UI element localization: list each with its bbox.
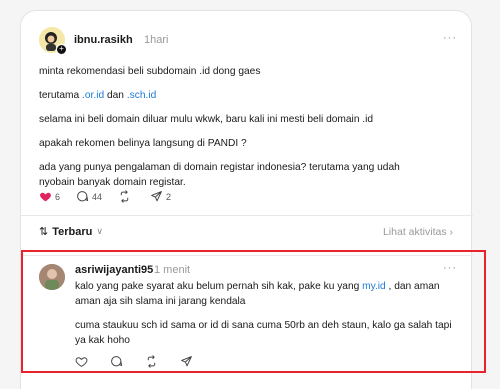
share-count: 2 bbox=[166, 191, 172, 202]
view-activity-link[interactable]: Lihat aktivitas › bbox=[383, 226, 453, 238]
reply-highlight-box bbox=[21, 250, 486, 373]
sort-label: Terbaru bbox=[52, 225, 93, 238]
divider bbox=[21, 215, 473, 216]
comment-button[interactable]: 44 bbox=[76, 190, 102, 203]
post-line-2-prefix: terutama bbox=[39, 90, 83, 101]
share-button[interactable]: 2 bbox=[150, 190, 171, 203]
repost-button[interactable] bbox=[118, 190, 134, 203]
post-line-3: selama ini beli domain diluar mulu wkwk,… bbox=[39, 114, 374, 125]
avatar-badge-wrap: + bbox=[39, 27, 69, 57]
sort-icon: ⇅ bbox=[39, 226, 49, 238]
post-line-1: minta rekomendasi beli subdomain .id don… bbox=[39, 66, 261, 77]
post-more-icon[interactable]: ··· bbox=[443, 32, 457, 44]
post-time: 1hari bbox=[144, 34, 169, 46]
post-line-5a: ada yang punya pengalaman di domain regi… bbox=[39, 162, 400, 173]
link-sch-id[interactable]: .sch.id bbox=[127, 90, 156, 101]
follow-plus-icon[interactable]: + bbox=[56, 44, 67, 55]
repost-icon bbox=[120, 190, 129, 203]
chevron-down-icon: ∨ bbox=[96, 226, 103, 236]
heart-icon bbox=[40, 192, 51, 202]
post-line-5b: nyobain banyak domain registar. bbox=[39, 177, 186, 188]
post-line-4: apakah rekomen belinya langsung di PANDI… bbox=[39, 138, 247, 149]
like-button[interactable]: 6 bbox=[39, 190, 60, 203]
post-line-2: terutama .or.id dan .sch.id bbox=[39, 88, 156, 103]
sort-dropdown[interactable]: ⇅ Terbaru ∨ bbox=[39, 225, 103, 239]
comment-icon bbox=[77, 191, 89, 202]
post-actions: 6 44 2 bbox=[39, 190, 187, 203]
post-username[interactable]: ibnu.rasikh bbox=[74, 34, 133, 46]
link-or-id[interactable]: .or.id bbox=[82, 90, 104, 101]
share-icon bbox=[151, 191, 162, 202]
post-line-2-mid: dan bbox=[104, 90, 127, 101]
like-count: 6 bbox=[55, 191, 61, 202]
comment-count: 44 bbox=[92, 191, 103, 202]
